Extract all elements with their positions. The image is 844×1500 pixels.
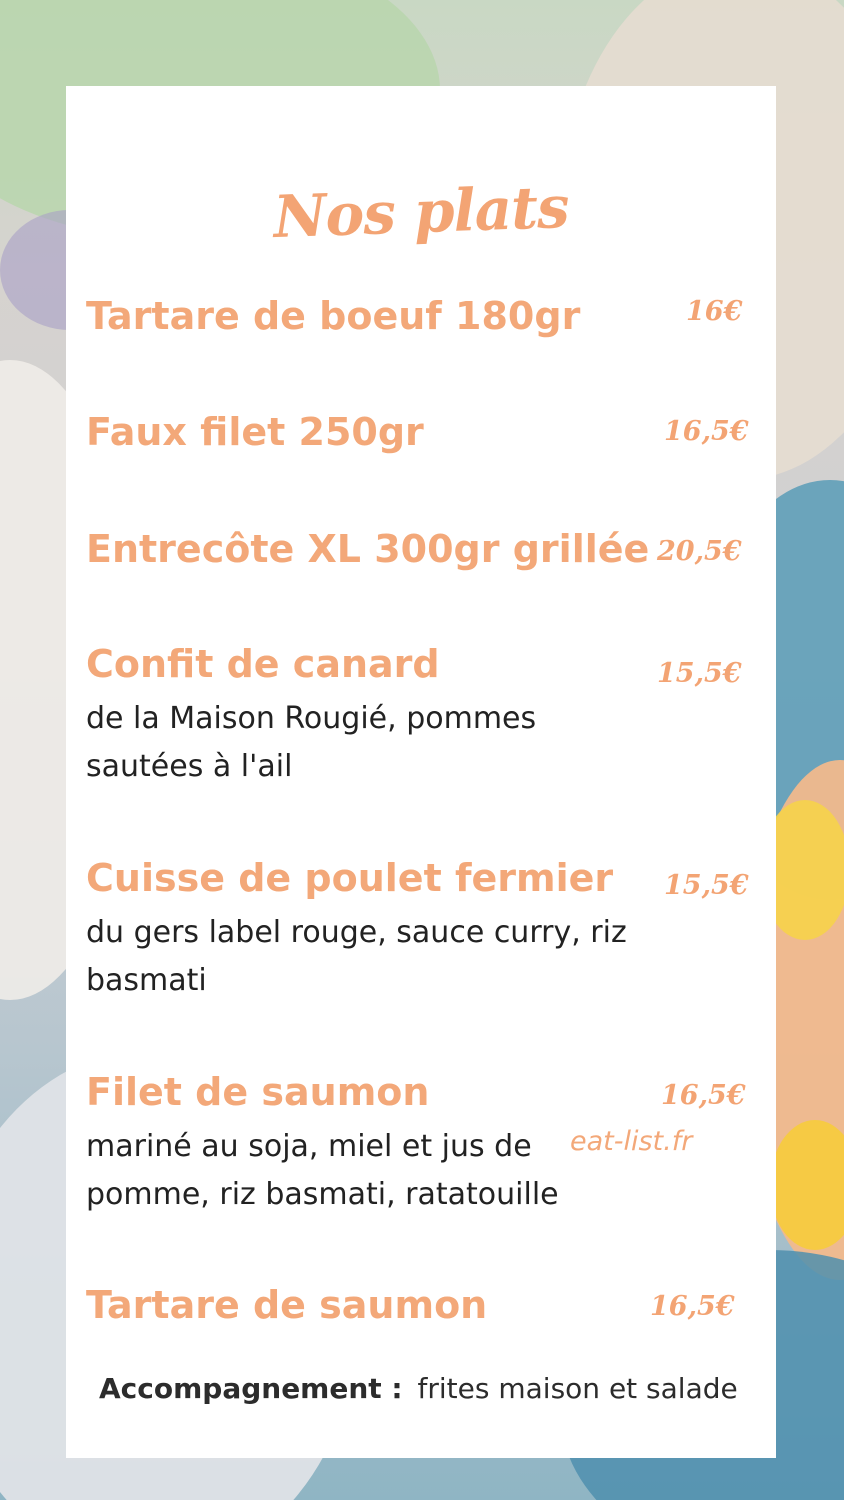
menu-item-name: Tartare de saumon	[86, 1283, 488, 1327]
menu-title: Nos plats	[272, 172, 570, 252]
accompaniment-note: Accompagnement : frites maison et salade	[99, 1372, 738, 1405]
menu-item-name: Cuisse de poulet fermier	[86, 856, 614, 900]
menu-item-name: Tartare de boeuf 180gr	[86, 294, 581, 338]
accompaniment-value: frites maison et salade	[417, 1372, 738, 1405]
menu-item-description: de la Maison Rougié, pommes sautées à l'…	[86, 701, 537, 784]
menu-item-price: 16,5€	[664, 416, 749, 447]
menu-item-price: 20,5€	[657, 536, 742, 567]
source-credit: eat-list.fr	[570, 1126, 693, 1157]
menu-item-name: Filet de saumon	[86, 1070, 430, 1114]
menu-item-name: Entrecôte XL 300gr grillée	[86, 527, 650, 571]
menu-item-price: 16,5€	[650, 1291, 735, 1322]
menu-item-description: mariné au soja, miel et jus de pomme, ri…	[86, 1129, 559, 1212]
accompaniment-label: Accompagnement :	[99, 1372, 403, 1405]
menu-item-description: du gers label rouge, sauce curry, riz ba…	[86, 915, 627, 998]
menu-item-name: Faux filet 250gr	[86, 410, 424, 454]
menu-item-price: 16€	[686, 296, 743, 327]
menu-item-name: Confit de canard	[86, 642, 440, 686]
menu-item-price: 16,5€	[661, 1080, 746, 1111]
menu-card: Nos plats Tartare de boeuf 180gr 16€ Fau…	[66, 86, 776, 1458]
menu-item-price: 15,5€	[657, 658, 742, 689]
menu-item-price: 15,5€	[664, 870, 749, 901]
